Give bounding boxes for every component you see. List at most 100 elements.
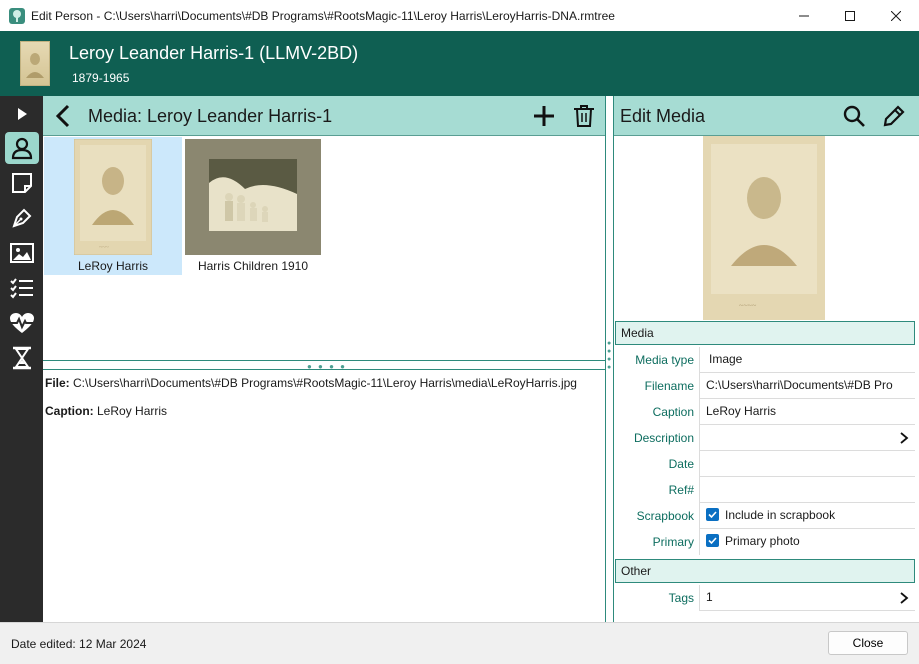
expand-arrow-icon [18,108,27,120]
chevron-right-icon [900,592,909,604]
edit-media-title: Edit Media [620,106,706,126]
media-item-caption: Harris Children 1910 [197,259,309,273]
media-item-caption: LeRoy Harris [77,259,149,273]
primary-checkbox[interactable] [706,534,719,547]
filename-value: C:\Users\harri\Documents\#DB Pro [706,378,893,392]
tags-label: Tags [668,591,694,605]
svg-text:~~~~: ~~~~ [739,301,757,310]
add-media-button[interactable] [531,103,557,129]
description-row: Description [614,425,915,451]
trash-icon [574,105,594,127]
file-path-line: File: C:\Users\harri\Documents\#DB Progr… [45,376,577,390]
person-dates: 1879-1965 [72,71,130,85]
checklist-icon [10,278,33,299]
vertical-splitter[interactable]: ● ● ● ● [605,96,614,622]
scrapbook-row: Scrapbook Include in scrapbook [614,503,915,529]
close-button[interactable]: Close [828,631,908,655]
ref-field[interactable] [699,477,915,503]
date-label: Date [668,457,694,471]
person-header: Leroy Leander Harris-1 (LLMV-2BD) 1879-1… [0,31,919,96]
primary-label: Primary [652,535,694,549]
sidebar [0,96,43,622]
primary-row: Primary Primary photo [614,529,915,555]
sidebar-item-timeline[interactable] [5,342,39,374]
caption-field[interactable]: LeRoy Harris [699,399,915,425]
back-arrow-icon [55,104,70,128]
sidebar-item-sources[interactable] [5,202,39,234]
horizontal-splitter[interactable]: ● ● ● ● [43,360,605,371]
description-label: Description [633,431,694,445]
tags-value: 1 [706,590,713,604]
pencil-icon[interactable] [882,104,906,128]
scrapbook-label: Scrapbook [636,509,694,523]
caption-label: Caption: [45,404,94,418]
maximize-icon [845,10,855,21]
media-type-field[interactable]: Image [699,347,915,373]
back-button[interactable] [51,103,75,129]
portrait-image [26,53,44,78]
tags-row: Tags 1 [614,585,915,611]
media-pane-header: Media: Leroy Leander Harris-1 [43,96,605,136]
family-photo [185,139,321,255]
tags-field[interactable]: 1 [699,585,915,611]
media-preview-image: ~~~~ [703,136,825,320]
date-edited: Date edited: 12 Mar 2024 [11,637,147,651]
sidebar-item-health[interactable] [5,307,39,339]
minimize-icon [799,15,809,16]
media-type-row: Media type Image [614,347,915,373]
scrapbook-checkbox[interactable] [706,508,719,521]
title-bar: Edit Person - C:\Users\harri\Documents\#… [0,0,919,31]
sidebar-item-tasks[interactable] [5,272,39,304]
scrapbook-field: Include in scrapbook [699,503,915,529]
portrait-photo: ~~~ [74,139,152,255]
caption-line: Caption: LeRoy Harris [45,404,167,418]
expand-sidebar-button[interactable] [5,98,39,130]
ref-label: Ref# [668,483,694,497]
svg-text:~~~: ~~~ [99,245,109,251]
family-tree-icon [9,7,25,24]
media-item-harris-children[interactable]: Harris Children 1910 [184,137,322,275]
close-icon [891,10,901,21]
media-type-value: Image [709,352,743,366]
edit-media-pane: Edit Media ~~~~ Media Media type Image F… [614,96,919,622]
sidebar-item-notes[interactable] [5,167,39,199]
media-item-leroy-harris[interactable]: ~~~ LeRoy Harris [44,137,182,275]
checkmark-icon [708,511,717,519]
add-icon [534,106,554,126]
caption-field-label: Caption [652,405,694,419]
filename-row: Filename C:\Users\harri\Documents\#DB Pr… [614,373,915,399]
media-pane: Media: Leroy Leander Harris-1 ~~~ LeRoy … [43,96,605,622]
delete-media-button[interactable] [571,103,597,129]
sidebar-item-media[interactable] [5,237,39,269]
close-window-button[interactable] [873,0,919,31]
hourglass-icon [13,346,31,370]
ref-row: Ref# [614,477,915,503]
file-path: C:\Users\harri\Documents\#DB Programs\#R… [73,376,577,390]
primary-text: Primary photo [725,534,800,548]
checkmark-icon [708,537,717,545]
chevron-right-icon [900,432,909,444]
sidebar-item-person[interactable] [5,132,39,164]
maximize-button[interactable] [827,0,873,31]
date-field[interactable] [699,451,915,477]
media-type-label: Media type [635,353,694,367]
caption-row: Caption LeRoy Harris [614,399,915,425]
filename-field[interactable]: C:\Users\harri\Documents\#DB Pro [699,373,915,399]
section-other: Other [615,559,915,583]
description-field[interactable] [699,425,915,451]
person-name: Leroy Leander Harris-1 (LLMV-2BD) [69,43,359,63]
window-title: Edit Person - C:\Users\harri\Documents\#… [31,8,615,23]
caption-text: LeRoy Harris [97,404,168,418]
person-thumbnail[interactable] [20,41,50,86]
note-icon [12,173,32,193]
minimize-button[interactable] [781,0,827,31]
search-icon[interactable] [842,104,866,128]
file-label: File: [45,376,70,390]
person-icon [11,137,33,160]
media-pane-title: Media: Leroy Leander Harris-1 [88,106,333,126]
pen-nib-icon [12,208,32,228]
date-row: Date [614,451,915,477]
scrapbook-text: Include in scrapbook [725,508,836,522]
image-icon [10,243,34,263]
edit-media-header: Edit Media [614,96,919,136]
